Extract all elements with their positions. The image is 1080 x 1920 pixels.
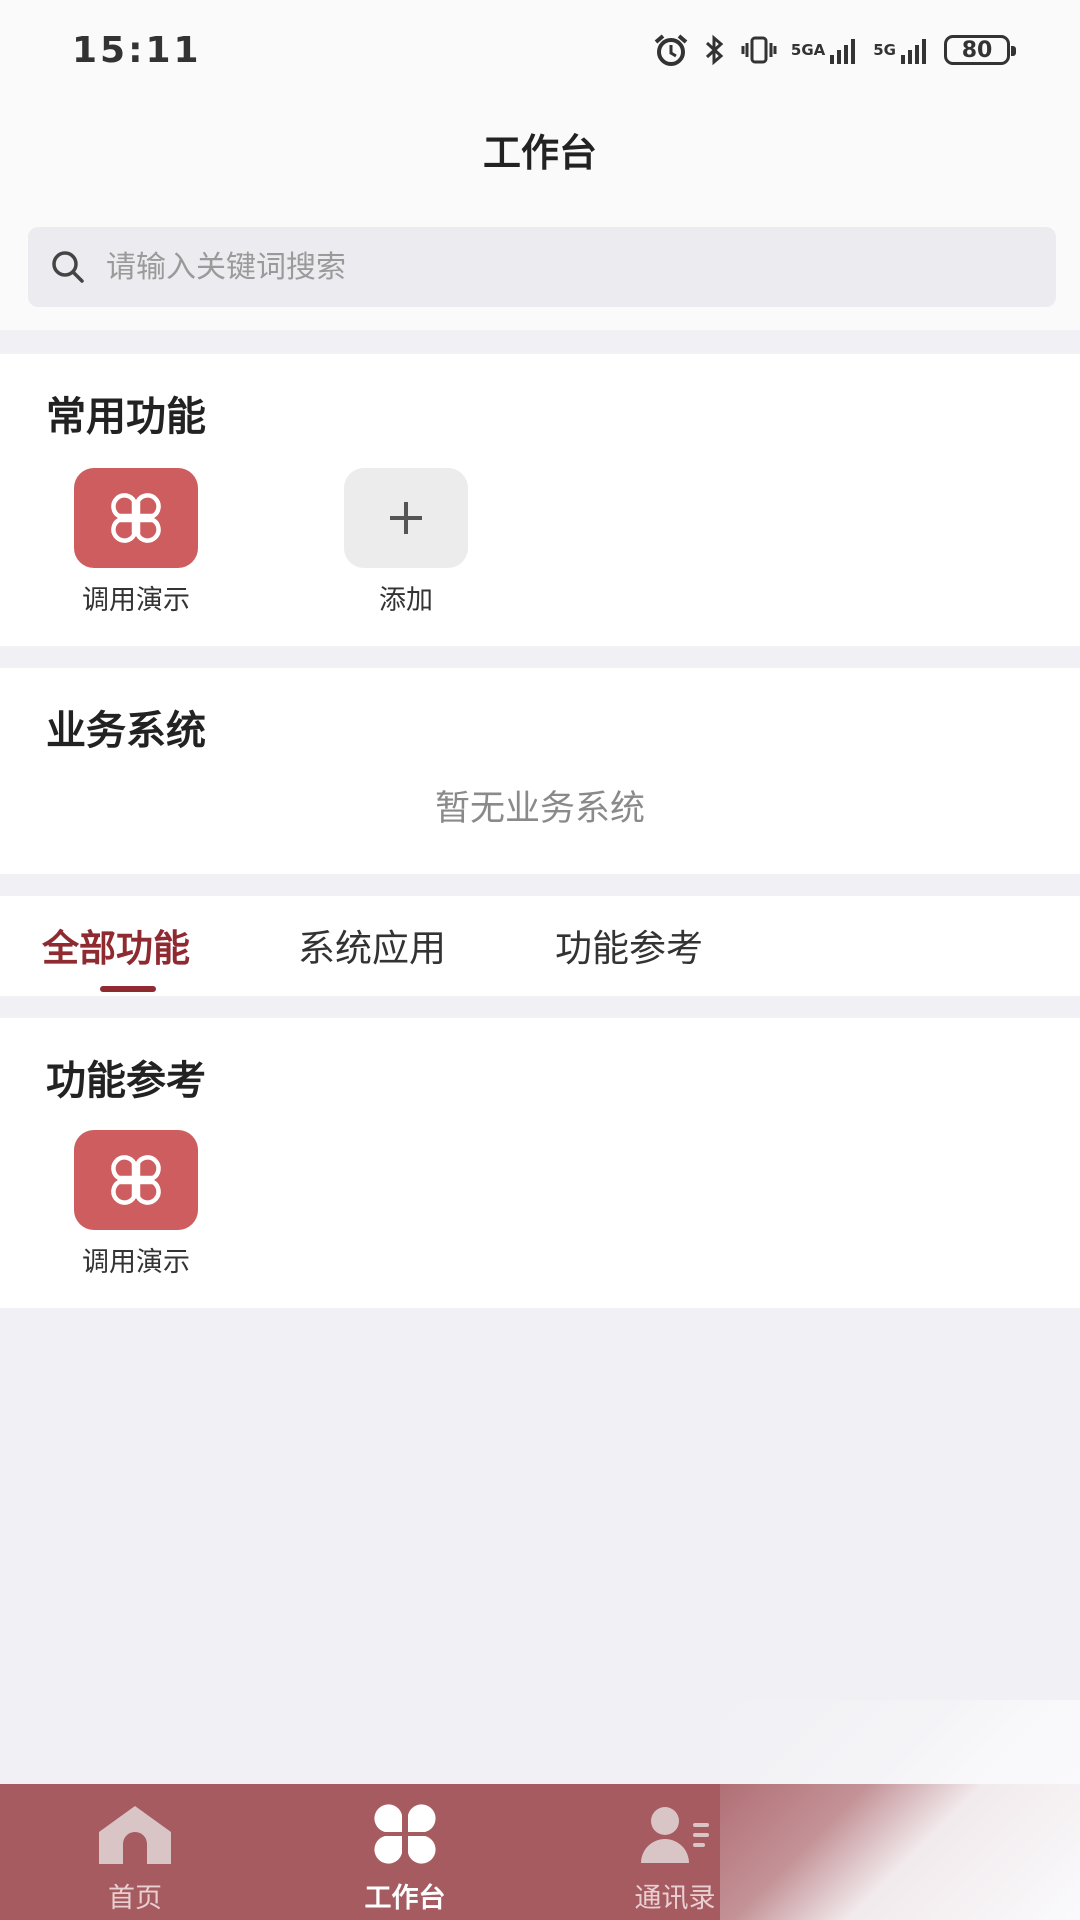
nav-item-home[interactable]: 首页: [35, 1798, 235, 1915]
tab-function-reference[interactable]: 功能参考: [555, 918, 703, 972]
common-functions-section: 常用功能 调用演示 添加: [0, 354, 1080, 646]
section-title-common: 常用功能: [46, 394, 206, 440]
plus-icon: [344, 468, 468, 568]
status-bar: 15:11 5GA 5G 80: [0, 0, 1080, 104]
clover-icon: [74, 468, 198, 568]
nav-item-contacts[interactable]: 通讯录: [575, 1798, 775, 1915]
search-bar[interactable]: [28, 227, 1056, 307]
contacts-icon: [575, 1798, 775, 1870]
search-section: [0, 200, 1080, 330]
tab-system-apps[interactable]: 系统应用: [298, 918, 446, 972]
add-function-button[interactable]: 添加: [326, 468, 486, 617]
network-type-2: 5G: [873, 41, 896, 59]
clover-icon: [74, 1130, 198, 1230]
network-type-1: 5GA: [790, 41, 826, 59]
tab-all-functions[interactable]: 全部功能: [42, 918, 190, 972]
bluetooth-icon: [703, 34, 727, 66]
app-tile-label: 添加: [379, 585, 433, 616]
app-tile-label: 调用演示: [82, 585, 190, 616]
nav-label: 工作台: [364, 1883, 446, 1914]
signal-icon: [829, 35, 859, 65]
search-input[interactable]: [106, 249, 1006, 285]
function-reference-section: 功能参考 调用演示: [0, 1018, 1080, 1308]
empty-state-text: 暂无业务系统: [434, 789, 645, 829]
app-tile-demo[interactable]: 调用演示: [56, 1130, 216, 1279]
section-title-business: 业务系统: [46, 708, 206, 754]
page-title: 工作台: [482, 131, 597, 175]
status-icons: 5GA 5G 80: [653, 34, 1016, 66]
alarm-icon: [653, 34, 689, 66]
function-tabs: 全部功能 系统应用 功能参考: [0, 896, 1080, 996]
battery-indicator: 80: [944, 35, 1016, 65]
app-tile-label: 调用演示: [82, 1247, 190, 1278]
home-icon: [35, 1798, 235, 1870]
bottom-nav: 首页 工作台 通讯录: [0, 1784, 1080, 1920]
nav-label: 首页: [108, 1883, 162, 1914]
app-tile-demo[interactable]: 调用演示: [56, 468, 216, 617]
business-systems-section: 业务系统 暂无业务系统: [0, 668, 1080, 874]
vibrate-icon: [741, 34, 777, 66]
search-icon: [52, 251, 84, 283]
signal-icon: [900, 35, 930, 65]
nav-item-workbench[interactable]: 工作台: [305, 1798, 505, 1915]
tab-active-indicator: [100, 986, 156, 992]
clover-icon: [305, 1798, 505, 1870]
nav-label: 通讯录: [634, 1883, 716, 1914]
status-time: 15:11: [72, 30, 202, 71]
section-title-reference: 功能参考: [46, 1058, 206, 1104]
